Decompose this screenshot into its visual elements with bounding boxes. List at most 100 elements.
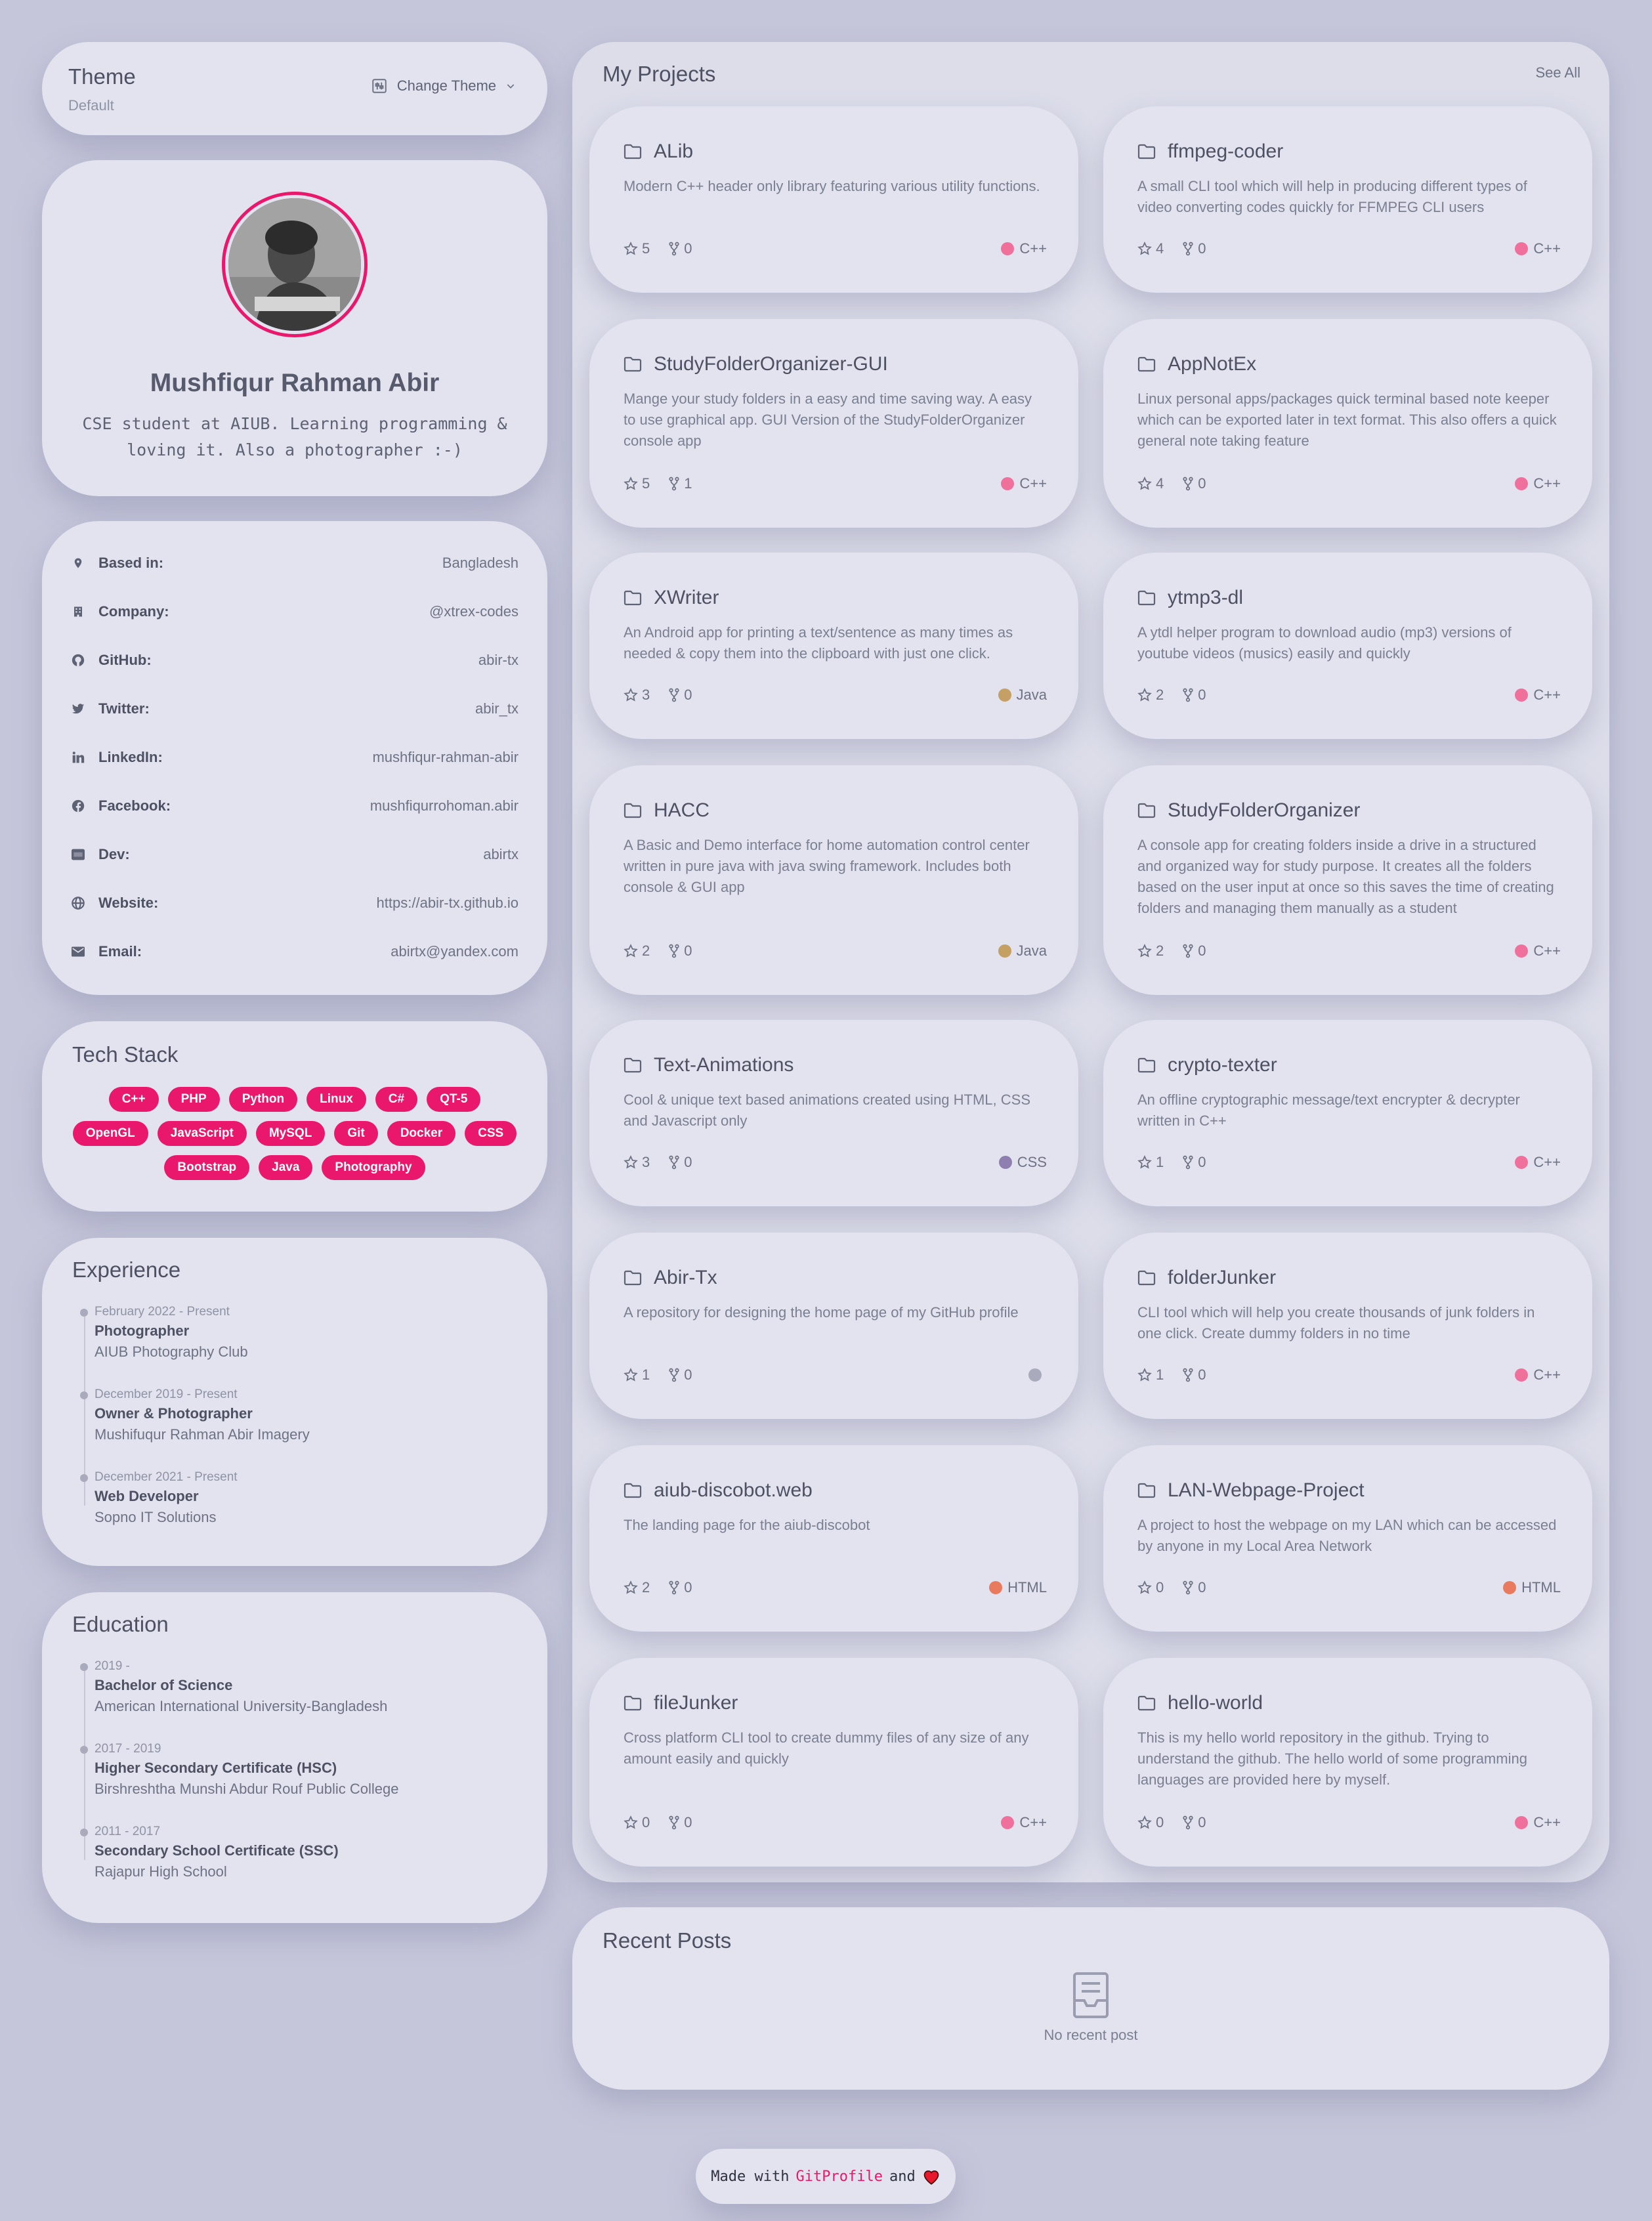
project-name[interactable]: hello-world — [1168, 1692, 1263, 1714]
project-footer: 0 0 C++ — [1137, 1813, 1561, 1832]
project-card[interactable]: LAN-Webpage-Project A project to host the… — [1103, 1445, 1592, 1632]
project-name[interactable]: LAN-Webpage-Project — [1168, 1479, 1365, 1502]
projects-card: My Projects See All ALib Modern C++ heade… — [572, 42, 1609, 1882]
project-name[interactable]: Abir-Tx — [654, 1267, 717, 1289]
avatar-photo — [228, 198, 361, 331]
detail-dev[interactable]: Dev: abirtx — [71, 841, 519, 868]
project-name[interactable]: ffmpeg-coder — [1168, 140, 1283, 163]
project-stars: 0 — [1137, 1579, 1164, 1596]
fork-icon — [1182, 1580, 1194, 1595]
star-count: 1 — [642, 1366, 650, 1383]
project-card[interactable]: crypto-texter An offline cryptographic me… — [1103, 1020, 1592, 1206]
project-name[interactable]: folderJunker — [1168, 1267, 1276, 1289]
project-card[interactable]: ALib Modern C++ header only library featu… — [589, 106, 1078, 293]
project-card[interactable]: Text-Animations Cool & unique text based … — [589, 1020, 1078, 1206]
project-name[interactable]: XWriter — [654, 587, 719, 609]
fork-count: 0 — [684, 1579, 692, 1596]
project-name[interactable]: ALib — [654, 140, 693, 163]
fork-count: 0 — [684, 687, 692, 703]
see-all-link[interactable]: See All — [1536, 64, 1581, 81]
project-stars: 2 — [1137, 687, 1164, 704]
detail-github[interactable]: GitHub: abir-tx — [71, 647, 519, 673]
star-icon — [624, 944, 638, 958]
chevron-down-icon — [505, 81, 516, 91]
project-footer: 3 0 CSS — [624, 1153, 1047, 1172]
star-icon — [624, 1368, 638, 1382]
language-color-dot — [1515, 688, 1529, 702]
tech-badge: OpenGL — [72, 1121, 148, 1146]
fork-icon — [1182, 1155, 1194, 1170]
project-name[interactable]: crypto-texter — [1168, 1054, 1277, 1076]
language-name: Java — [1016, 942, 1047, 959]
recent-posts-title: Recent Posts — [603, 1928, 732, 1953]
project-card[interactable]: HACC A Basic and Demo interface for home … — [589, 765, 1078, 995]
project-card[interactable]: ffmpeg-coder A small CLI tool which will … — [1103, 106, 1592, 293]
detail-company[interactable]: Company: @xtrex-codes — [71, 599, 519, 625]
project-card[interactable]: fileJunker Cross platform CLI tool to cre… — [589, 1658, 1078, 1867]
heart-icon — [922, 2168, 941, 2185]
star-icon — [1137, 944, 1152, 958]
language-name: C++ — [1533, 1814, 1561, 1830]
project-card[interactable]: aiub-discobot.web The landing page for th… — [589, 1445, 1078, 1632]
folder-icon — [624, 1695, 642, 1711]
project-card[interactable]: folderJunker CLI tool which will help you… — [1103, 1233, 1592, 1419]
star-icon — [1137, 476, 1152, 491]
star-count: 2 — [1156, 687, 1164, 703]
star-count: 4 — [1156, 240, 1164, 257]
fork-count: 0 — [1198, 687, 1206, 703]
fork-icon — [1182, 476, 1194, 491]
project-card[interactable]: XWriter An Android app for printing a tex… — [589, 553, 1078, 739]
project-card[interactable]: Abir-Tx A repository for designing the ho… — [589, 1233, 1078, 1419]
fork-icon — [668, 242, 680, 256]
star-count: 2 — [1156, 942, 1164, 959]
project-language: C++ — [1001, 1814, 1047, 1831]
fork-count: 1 — [684, 475, 692, 492]
language-color-dot — [1515, 1156, 1529, 1169]
star-icon — [624, 476, 638, 491]
gitprofile-link[interactable]: GitProfile — [796, 2168, 883, 2185]
project-card[interactable]: hello-world This is my hello world reposi… — [1103, 1658, 1592, 1867]
project-card[interactable]: AppNotEx Linux personal apps/packages qui… — [1103, 319, 1592, 528]
project-forks: 0 — [668, 1814, 692, 1831]
detail-based-in: Based in: Bangladesh — [71, 550, 519, 576]
star-icon — [1137, 1368, 1152, 1382]
project-language: Java — [998, 942, 1047, 960]
detail-email[interactable]: Email: abirtx@yandex.com — [71, 939, 519, 965]
language-name: C++ — [1019, 240, 1047, 257]
detail-linkedin[interactable]: LinkedIn: mushfiqur-rahman-abir — [71, 744, 519, 771]
project-card[interactable]: StudyFolderOrganizer-GUI Mange your study… — [589, 319, 1078, 528]
project-description: A project to host the webpage on my LAN … — [1137, 1517, 1557, 1554]
language-name: Java — [1016, 687, 1047, 703]
project-name[interactable]: StudyFolderOrganizer — [1168, 799, 1360, 822]
project-card[interactable]: StudyFolderOrganizer A console app for cr… — [1103, 765, 1592, 995]
profile-card: Mushfiqur Rahman Abir CSE student at AIU… — [42, 160, 547, 496]
detail-facebook[interactable]: Facebook: mushfiqurrohoman.abir — [71, 793, 519, 819]
star-count: 0 — [1156, 1579, 1164, 1596]
project-description: A repository for designing the home page… — [624, 1304, 1019, 1321]
detail-twitter[interactable]: Twitter: abir_tx — [71, 696, 519, 722]
project-language: C++ — [1001, 475, 1047, 492]
project-name[interactable]: StudyFolderOrganizer-GUI — [654, 353, 888, 375]
projects-title: My Projects — [603, 62, 716, 86]
project-card[interactable]: ytmp3-dl A ytdl helper program to downloa… — [1103, 553, 1592, 739]
language-color-dot — [1503, 1581, 1517, 1594]
timeline-dot — [80, 1309, 88, 1317]
project-forks: 0 — [1182, 1366, 1206, 1384]
project-footer: 0 0 HTML — [1137, 1578, 1561, 1597]
project-name[interactable]: AppNotEx — [1168, 353, 1256, 375]
theme-title: Theme — [68, 64, 136, 89]
details-card: Based in: Bangladesh Company: @xtrex-cod… — [42, 521, 547, 995]
detail-website[interactable]: Website: https://abir-tx.github.io — [71, 890, 519, 916]
folder-icon — [624, 803, 642, 818]
folder-icon — [1137, 590, 1156, 606]
project-stars: 0 — [1137, 1814, 1164, 1831]
project-footer: 0 0 C++ — [624, 1813, 1047, 1832]
project-name[interactable]: fileJunker — [654, 1692, 738, 1714]
project-name[interactable]: aiub-discobot.web — [654, 1479, 813, 1502]
project-name[interactable]: ytmp3-dl — [1168, 587, 1243, 609]
change-theme-button[interactable]: Change Theme — [371, 77, 516, 95]
project-name[interactable]: Text-Animations — [654, 1054, 794, 1076]
project-name[interactable]: HACC — [654, 799, 710, 822]
palette-icon — [371, 77, 388, 95]
project-language: C++ — [1515, 1366, 1561, 1384]
